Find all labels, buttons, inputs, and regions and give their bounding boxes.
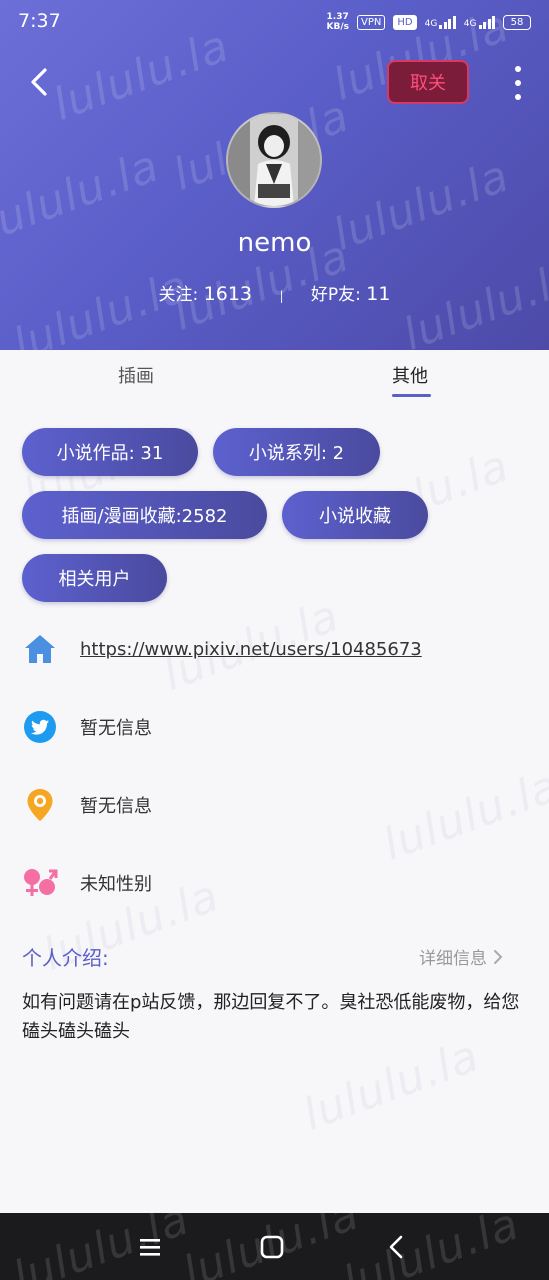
twitter-icon [22,709,58,745]
avatar-image [228,114,320,206]
profile-header: lululu.la lululu.la lululu.la lululu.la … [0,0,549,350]
avatar[interactable] [226,112,322,208]
homepage-link[interactable]: https://www.pixiv.net/users/10485673 [80,639,422,660]
back-nav-icon [389,1235,403,1259]
location-icon [22,787,58,823]
back-button[interactable] [22,64,58,100]
username: nemo [237,228,312,258]
more-icon [515,66,521,72]
sim1-signal: 4G [425,15,456,29]
hd-badge: HD [393,14,417,30]
back-nav-button[interactable] [382,1233,410,1261]
gender-icon [22,865,58,901]
system-nav-bar: lululu.la lululu.la lululu.la [0,1213,549,1280]
novel-works-chip[interactable]: 小说作品: 31 [22,428,198,476]
status-bar: 7:37 1.37 KB/s VPN HD 4G 4G 58 [0,0,549,46]
watermark: lululu.la [6,1213,196,1280]
intro-text: 如有问题请在p站反馈，那边回复不了。臭社恐低能废物，给您磕头磕头磕头 [22,992,520,1042]
location-row: 暂无信息 [22,785,152,825]
novel-series-chip[interactable]: 小说系列: 2 [213,428,380,476]
twitter-value: 暂无信息 [80,718,152,739]
watermark: lululu.la [376,760,549,871]
watermark: lululu.la [336,1213,526,1280]
gender-row: 未知性别 [22,863,152,903]
back-icon [31,68,47,96]
menu-button[interactable] [136,1233,164,1261]
twitter-row: 暂无信息 [22,707,152,747]
watermark: lululu.la [6,260,196,350]
intro-title: 个人介绍: [22,946,109,970]
novel-bookmarks-chip[interactable]: 小说收藏 [282,491,428,539]
more-button[interactable] [508,66,528,100]
location-value: 暂无信息 [80,796,152,817]
homepage-row: https://www.pixiv.net/users/10485673 [22,629,422,669]
tab-illustrations[interactable]: 插画 [118,362,154,388]
detail-info-label: 详细信息 [419,949,487,969]
watermark: lululu.la [296,1030,486,1141]
home-nav-button[interactable] [258,1233,286,1261]
menu-icon [140,1239,160,1256]
battery-icon: 58 [503,14,531,30]
status-time: 7:37 [18,10,61,32]
home-nav-icon [260,1235,284,1259]
vpn-badge: VPN [357,14,386,30]
detail-info-link[interactable]: 详细信息 [419,944,503,969]
tab-indicator [392,394,431,397]
gender-value: 未知性别 [80,874,152,895]
following-stat[interactable]: 关注: 1613 [159,283,253,305]
related-users-chip[interactable]: 相关用户 [22,554,167,602]
tab-other[interactable]: 其他 [392,362,428,388]
status-icons: 1.37 KB/s VPN HD 4G 4G 58 [327,12,531,32]
tab-bar: 插画 其他 [0,350,549,410]
unfollow-button[interactable]: 取关 [387,60,469,104]
chevron-right-icon [494,949,503,964]
net-speed: 1.37 KB/s [326,12,349,32]
home-icon [22,631,58,667]
friends-stat[interactable]: 好P友: 11 [311,283,391,305]
stats-separator: | [279,289,284,303]
sim2-signal: 4G [464,15,495,29]
illust-manga-bookmarks-chip[interactable]: 插画/漫画收藏:2582 [22,491,267,539]
user-stats: 关注: 1613 | 好P友: 11 [0,280,549,305]
